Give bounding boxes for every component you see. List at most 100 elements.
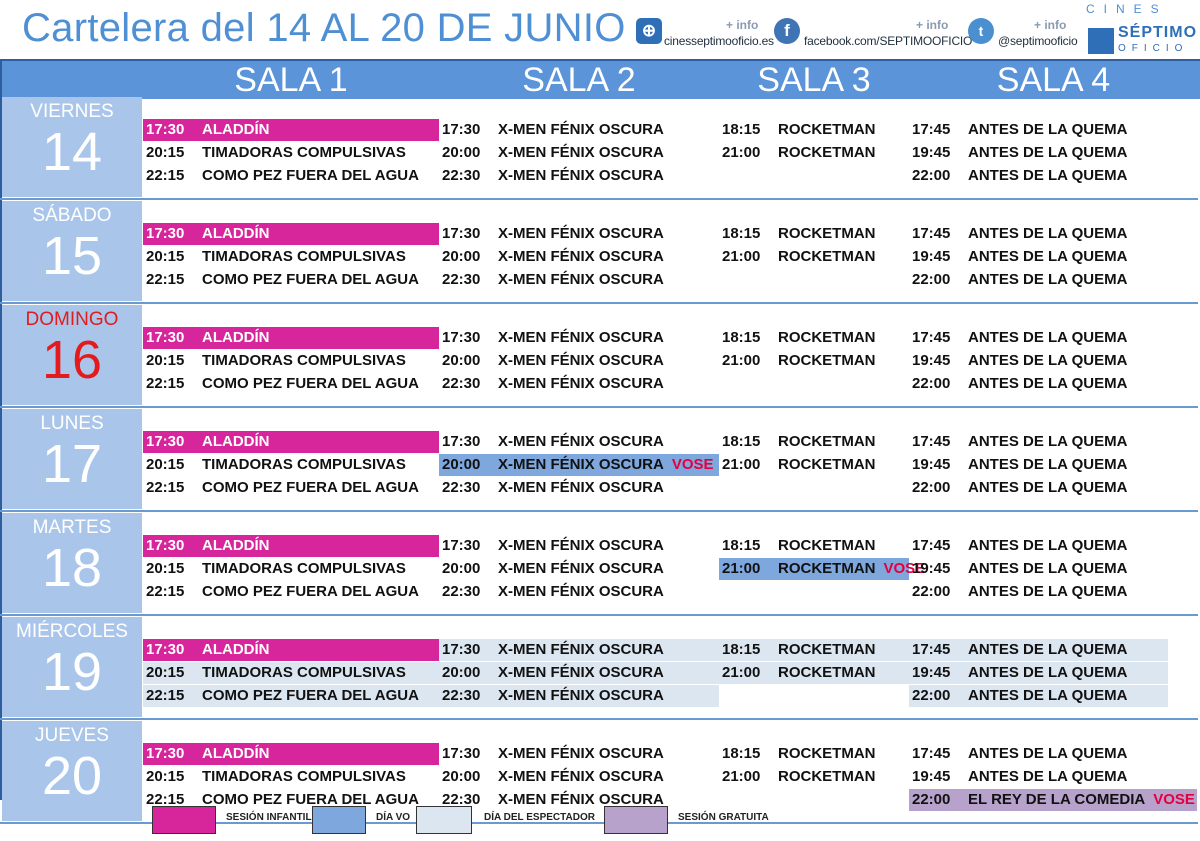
session-film: ALADDÍN	[202, 537, 270, 554]
session-cell: 17:45 ANTES DE LA QUEMA	[909, 327, 1168, 349]
session-time: 22:15	[146, 479, 185, 496]
session-film: ANTES DE LA QUEMA	[968, 537, 1128, 554]
session-time: 22:30	[442, 271, 481, 288]
session-cell: 21:00 ROCKETMAN	[719, 350, 909, 372]
session-time: 22:00	[912, 791, 951, 808]
legend-swatch-gratuita	[604, 806, 668, 834]
session-time: 21:00	[722, 352, 761, 369]
session-time: 21:00	[722, 560, 761, 577]
session-cell: 22:00 EL REY DE LA COMEDIA VOSE	[909, 789, 1197, 811]
session-time: 20:15	[146, 768, 185, 785]
sala-3-header: SALA 3	[757, 61, 871, 99]
legend-swatch-espectador	[416, 806, 472, 834]
brand-name: SÉPTIMO	[1118, 24, 1198, 41]
day-separator	[0, 406, 1198, 408]
session-cell: 17:45 ANTES DE LA QUEMA	[909, 119, 1168, 141]
session-film: ANTES DE LA QUEMA	[968, 121, 1128, 138]
session-film: ALADDÍN	[202, 121, 270, 138]
session-time: 17:45	[912, 225, 951, 242]
day-number: 19	[41, 642, 103, 702]
session-cell: 17:30 ALADDÍN	[143, 743, 439, 765]
session-film: ANTES DE LA QUEMA	[968, 225, 1128, 242]
session-cell: 18:15 ROCKETMAN	[719, 743, 909, 765]
day-separator	[0, 302, 1198, 304]
session-cell: 22:15 COMO PEZ FUERA DEL AGUA	[143, 373, 439, 395]
session-cell: 20:00 X-MEN FÉNIX OSCURA	[439, 558, 719, 580]
session-time: 17:30	[146, 329, 185, 346]
session-film: ALADDÍN	[202, 641, 270, 658]
session-film: TIMADORAS COMPULSIVAS	[202, 352, 406, 369]
session-film: ANTES DE LA QUEMA	[968, 167, 1128, 184]
session-time: 17:45	[912, 433, 951, 450]
session-time: 22:30	[442, 167, 481, 184]
session-film: X-MEN FÉNIX OSCURA	[498, 479, 664, 496]
session-time: 17:30	[442, 641, 481, 658]
session-film: X-MEN FÉNIX OSCURA	[498, 167, 664, 184]
session-film: COMO PEZ FUERA DEL AGUA	[202, 583, 419, 600]
session-time: 18:15	[722, 745, 761, 762]
session-time: 18:15	[722, 121, 761, 138]
session-film: ANTES DE LA QUEMA	[968, 745, 1128, 762]
day-label-box: DOMINGO 16	[2, 305, 142, 405]
session-cell: 20:00 X-MEN FÉNIX OSCURA	[439, 766, 719, 788]
session-time: 21:00	[722, 456, 761, 473]
session-time: 18:15	[722, 225, 761, 242]
session-cell: 17:30 X-MEN FÉNIX OSCURA	[439, 223, 719, 245]
session-cell: 22:00 ANTES DE LA QUEMA	[909, 165, 1168, 187]
session-time: 17:45	[912, 537, 951, 554]
session-time: 17:45	[912, 121, 951, 138]
session-cell: 17:30 ALADDÍN	[143, 223, 439, 245]
day-label-box: MARTES 18	[2, 513, 142, 613]
session-cell: 21:00 ROCKETMAN	[719, 142, 909, 164]
session-time: 17:45	[912, 745, 951, 762]
day-block: LUNES 17 17:30 ALADDÍN 20:15 TIMADORAS COMPUL…	[0, 409, 1198, 513]
session-film: ANTES DE LA QUEMA	[968, 352, 1128, 369]
session-cell: 18:15 ROCKETMAN	[719, 327, 909, 349]
session-cell: 18:15 ROCKETMAN	[719, 535, 909, 557]
day-block: MIÉRCOLES 19 17:30 ALADDÍN 20:15 TIMADORAS CO…	[0, 617, 1198, 721]
session-cell: 19:45 ANTES DE LA QUEMA	[909, 142, 1168, 164]
session-time: 22:30	[442, 479, 481, 496]
session-film: ANTES DE LA QUEMA	[968, 329, 1128, 346]
session-time: 17:30	[442, 225, 481, 242]
session-time: 22:00	[912, 583, 951, 600]
facebook-link[interactable]: facebook.com/SEPTIMOOFICIO	[804, 34, 972, 48]
web-link[interactable]: cinesseptimooficio.es	[664, 34, 774, 48]
session-time: 21:00	[722, 664, 761, 681]
day-name: MIÉRCOLES	[16, 621, 128, 642]
session-film: X-MEN FÉNIX OSCURA	[498, 375, 664, 392]
session-cell: 22:00 ANTES DE LA QUEMA	[909, 477, 1168, 499]
session-cell: 17:30 ALADDÍN	[143, 327, 439, 349]
session-cell: 18:15 ROCKETMAN	[719, 639, 909, 661]
session-film: X-MEN FÉNIX OSCURA	[498, 456, 664, 473]
session-time: 22:30	[442, 375, 481, 392]
session-time: 22:15	[146, 375, 185, 392]
session-time: 20:00	[442, 560, 481, 577]
session-time: 19:45	[912, 560, 951, 577]
session-film: ROCKETMAN	[778, 641, 876, 658]
facebook-icon: f	[774, 18, 800, 44]
session-cell: 20:15 TIMADORAS COMPULSIVAS	[143, 454, 439, 476]
session-film: X-MEN FÉNIX OSCURA	[498, 352, 664, 369]
day-number: 16	[41, 330, 103, 390]
vose-badge: VOSE	[671, 456, 714, 473]
session-time: 22:00	[912, 375, 951, 392]
session-time: 22:00	[912, 167, 951, 184]
session-film: X-MEN FÉNIX OSCURA	[498, 560, 664, 577]
session-cell: 21:00 ROCKETMAN	[719, 454, 909, 476]
session-time: 22:15	[146, 583, 185, 600]
session-film: ANTES DE LA QUEMA	[968, 768, 1128, 785]
day-label-box: LUNES 17	[2, 409, 142, 509]
session-cell: 19:45 ANTES DE LA QUEMA	[909, 766, 1168, 788]
session-film: ANTES DE LA QUEMA	[968, 375, 1128, 392]
twitter-link[interactable]: @septimooficio	[998, 34, 1078, 48]
session-cell: 17:30 X-MEN FÉNIX OSCURA	[439, 535, 719, 557]
session-time: 18:15	[722, 641, 761, 658]
day-separator	[0, 718, 1198, 720]
session-cell: 21:00 ROCKETMAN	[719, 246, 909, 268]
session-cell: 20:00 X-MEN FÉNIX OSCURA	[439, 350, 719, 372]
logo-icon	[1088, 28, 1114, 54]
session-film: ANTES DE LA QUEMA	[968, 456, 1128, 473]
session-time: 20:15	[146, 352, 185, 369]
session-film: EL REY DE LA COMEDIA	[968, 791, 1146, 808]
